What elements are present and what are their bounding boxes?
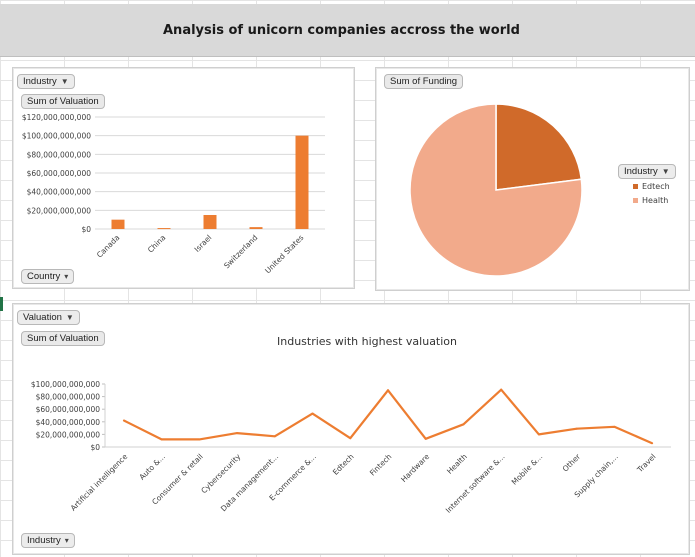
- legend-label-edtech: Edtech: [642, 182, 670, 191]
- industry-line-chart: $0 $20,000,000,000 $40,000,000,000 $60,000,…: [31, 380, 671, 515]
- line-x-tick-label: Fintech: [368, 452, 394, 478]
- line-x-tick-label: Travel: [635, 452, 658, 475]
- line-y-tick-label: $80,000,000,000: [36, 393, 101, 402]
- bar-x-tick-label: United States: [263, 233, 305, 275]
- line-y-tick-label: $40,000,000,000: [36, 418, 101, 427]
- bar-y-tick-label: $20,000,000,000: [27, 206, 92, 215]
- bar-canada: [111, 219, 125, 229]
- legend-swatch-edtech: [633, 184, 638, 189]
- bar-y-tick-label: $120,000,000,000: [22, 113, 91, 122]
- bar-x-tick-label: Canada: [95, 233, 122, 260]
- line-point-9: [462, 423, 465, 426]
- bottom-sum-of-valuation-label: Sum of Valuation: [27, 333, 99, 344]
- sum-of-funding-field[interactable]: Sum of Funding: [384, 74, 464, 89]
- sum-of-valuation-label: Sum of Valuation: [27, 96, 99, 107]
- title-banner: Analysis of unicorn companies accross th…: [0, 4, 695, 57]
- bar-x-tick-label: Israel: [193, 233, 214, 254]
- funding-pie-chart: Edtech Health: [409, 103, 670, 277]
- industry-axis-field-button[interactable]: Industry ▾: [21, 533, 75, 548]
- line-point-14: [651, 442, 654, 445]
- country-valuation-chart-panel[interactable]: Industry ▼ Sum of Valuation $0 $20,000,000…: [12, 67, 355, 289]
- line-y-tick-label: $0: [90, 443, 100, 452]
- line-point-12: [575, 427, 578, 430]
- pie-slice-edtech: [495, 103, 583, 191]
- line-y-tick-label: $20,000,000,000: [36, 430, 101, 439]
- bar-y-tick-label: $40,000,000,000: [27, 188, 92, 197]
- line-y-tick-label: $60,000,000,000: [36, 405, 101, 414]
- page-title: Analysis of unicorn companies accross th…: [163, 23, 520, 38]
- line-point-4: [273, 435, 276, 438]
- country-axis-field-button[interactable]: Country ▾: [21, 269, 75, 284]
- line-point-6: [349, 437, 352, 440]
- legend-industry-filter-button[interactable]: Industry ▼: [618, 164, 676, 179]
- industry-filter-label: Industry: [23, 76, 57, 87]
- industry-valuation-line-chart-panel[interactable]: Valuation ▼ Sum of Valuation Industries w…: [12, 303, 690, 555]
- bar-united-states: [295, 135, 309, 229]
- line-point-10: [500, 388, 503, 391]
- bottom-sum-of-valuation-field[interactable]: Sum of Valuation: [21, 331, 105, 346]
- bar-china: [157, 228, 171, 230]
- line-x-tick-label: Health: [445, 452, 469, 476]
- legend-swatch-health: [633, 198, 638, 203]
- line-point-7: [387, 389, 389, 392]
- dropdown-arrow-icon: ▾: [64, 536, 69, 545]
- row-marker: [0, 297, 3, 311]
- bar-y-tick-label: $80,000,000,000: [27, 150, 92, 159]
- funding-pie-chart-panel[interactable]: Sum of Funding Edtech Health Industry ▼: [375, 67, 690, 291]
- funnel-icon: ▼: [661, 167, 670, 176]
- line-point-0: [122, 419, 125, 422]
- line-x-tick-label: Edtech: [331, 452, 356, 477]
- dropdown-arrow-icon: ▾: [64, 272, 69, 281]
- line-x-tick-label: Hardware: [399, 452, 431, 484]
- legend-industry-label: Industry: [624, 166, 658, 177]
- line-point-1: [160, 438, 163, 441]
- line-point-2: [198, 438, 201, 441]
- legend-label-health: Health: [642, 196, 668, 205]
- line-point-3: [236, 432, 239, 435]
- bar-y-tick-label: $60,000,000,000: [27, 169, 92, 178]
- funnel-icon: ▼: [60, 77, 69, 86]
- industry-filter-button[interactable]: Industry ▼: [17, 74, 75, 89]
- valuation-line-series: [123, 388, 653, 445]
- line-point-11: [537, 433, 540, 436]
- line-x-tick-label: Mobile &...: [510, 452, 545, 487]
- line-y-tick-label: $100,000,000,000: [31, 380, 100, 389]
- bar-x-tick-label: Switzerland: [222, 233, 259, 270]
- valuation-filter-label: Valuation: [23, 312, 62, 323]
- line-point-5: [311, 412, 314, 415]
- bar-y-tick-label: $100,000,000,000: [22, 132, 91, 141]
- line-x-tick-label: Auto &...: [137, 452, 167, 482]
- sum-of-funding-label: Sum of Funding: [390, 76, 458, 87]
- bar-x-tick-label: China: [146, 233, 168, 255]
- line-x-tick-label: Artificial intelligence: [69, 452, 130, 513]
- bar-y-tick-label: $0: [81, 225, 91, 234]
- bar-israel: [203, 215, 217, 229]
- industry-axis-field-label: Industry: [27, 535, 61, 546]
- sum-of-valuation-field[interactable]: Sum of Valuation: [21, 94, 105, 109]
- line-point-13: [613, 425, 616, 428]
- line-point-8: [424, 437, 427, 440]
- funnel-icon: ▼: [65, 313, 74, 322]
- line-x-tick-label: Other: [561, 451, 583, 473]
- bar-switzerland: [249, 227, 263, 229]
- valuation-filter-button[interactable]: Valuation ▼: [17, 310, 80, 325]
- country-axis-field-label: Country: [27, 271, 61, 282]
